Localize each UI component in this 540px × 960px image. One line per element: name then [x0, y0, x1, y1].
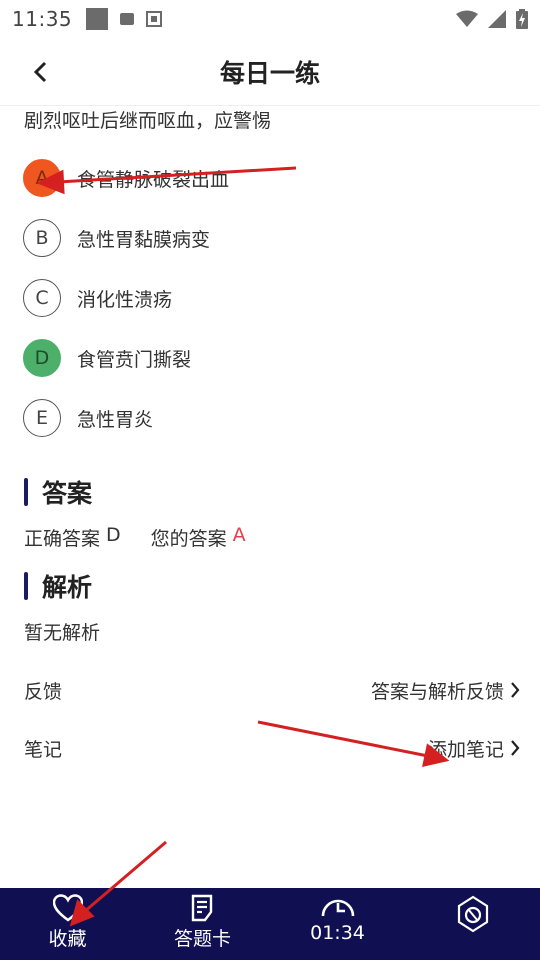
section-accent-bar: [24, 478, 28, 506]
notes-row[interactable]: 笔记 添加笔记: [24, 728, 520, 768]
feedback-action[interactable]: 答案与解析反馈: [371, 677, 520, 704]
option-text: 消化性溃疡: [77, 288, 173, 311]
option-text: 食管静脉破裂出血: [77, 168, 230, 191]
battery-icon: [516, 9, 528, 29]
favorite-label: 收藏: [48, 928, 87, 950]
timer: 01:34: [270, 888, 405, 960]
notification-icon: [120, 13, 135, 25]
option-d[interactable]: D 食管贲门撕裂: [23, 338, 503, 378]
answer-card-button[interactable]: 答题卡: [135, 888, 270, 960]
notification-icon: [86, 8, 109, 30]
option-letter: C: [23, 279, 61, 317]
option-text: 急性胃炎: [77, 408, 154, 431]
signal-icon: [488, 10, 506, 28]
chevron-right-icon: [511, 682, 520, 698]
question-text: 剧烈呕吐后继而呕血，应警惕: [24, 110, 272, 132]
answer-line: 正确答案 D 您的答案 A: [24, 524, 246, 551]
analysis-section-title: 解析: [24, 568, 92, 604]
add-note-button[interactable]: 添加笔记: [428, 735, 520, 762]
option-a[interactable]: A 食管静脉破裂出血: [23, 158, 503, 198]
user-answer-value: A: [232, 524, 246, 546]
answer-card-label: 答题卡: [173, 928, 231, 950]
option-letter: A: [23, 159, 61, 197]
section-accent-bar: [24, 572, 28, 600]
feedback-action-label: 答案与解析反馈: [370, 680, 504, 703]
settings-button[interactable]: [405, 888, 540, 960]
favorite-button[interactable]: 收藏: [0, 888, 135, 960]
chevron-right-icon: [511, 740, 520, 756]
bottom-bar: 收藏 答题卡 01:34: [0, 888, 540, 960]
option-text: 急性胃黏膜病变: [77, 228, 211, 251]
header: 每日一练: [0, 38, 540, 106]
theme-icon: [457, 895, 488, 933]
option-text: 食管贲门撕裂: [77, 348, 192, 371]
correct-answer-value: D: [106, 524, 121, 546]
option-letter: D: [23, 339, 61, 377]
notification-icon: [146, 11, 163, 27]
answer-heading: 答案: [42, 479, 93, 508]
heart-icon: [52, 894, 83, 922]
wifi-icon: [456, 10, 478, 27]
page-title: 每日一练: [219, 59, 320, 88]
feedback-row[interactable]: 反馈 答案与解析反馈: [24, 670, 520, 710]
answer-section-title: 答案: [24, 474, 92, 510]
status-time: 11:35: [12, 7, 73, 31]
analysis-heading: 解析: [42, 573, 93, 602]
option-b[interactable]: B 急性胃黏膜病变: [23, 218, 503, 258]
answer-card-icon: [191, 894, 212, 922]
status-bar: 11:35: [0, 0, 540, 38]
user-answer-label: 您的答案: [150, 528, 227, 550]
option-letter: E: [23, 399, 61, 437]
timer-icon: [321, 899, 354, 917]
analysis-text: 暂无解析: [24, 622, 101, 644]
add-note-label: 添加笔记: [427, 738, 504, 761]
option-e[interactable]: E 急性胃炎: [23, 398, 503, 438]
feedback-label: 反馈: [24, 680, 63, 703]
timer-value: 01:34: [310, 922, 365, 944]
option-letter: B: [23, 219, 61, 257]
option-c[interactable]: C 消化性溃疡: [23, 278, 503, 318]
notes-label: 笔记: [24, 738, 63, 761]
correct-answer-label: 正确答案: [24, 528, 101, 550]
